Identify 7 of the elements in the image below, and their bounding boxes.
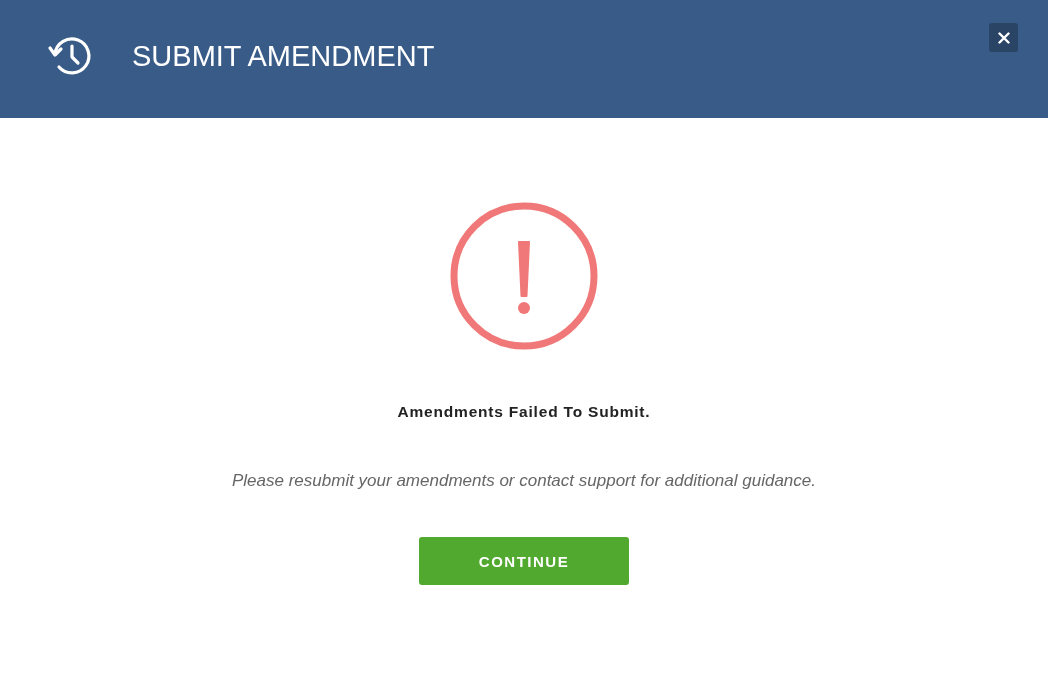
close-button[interactable] xyxy=(989,23,1018,52)
warning-icon xyxy=(450,202,598,350)
error-heading: Amendments Failed To Submit. xyxy=(397,403,651,421)
continue-button[interactable]: CONTINUE xyxy=(419,537,629,585)
error-message: Please resubmit your amendments or contact support for additional guidance. xyxy=(232,471,816,491)
dialog-title: SUBMIT AMENDMENT xyxy=(132,39,435,73)
close-icon xyxy=(997,31,1010,44)
